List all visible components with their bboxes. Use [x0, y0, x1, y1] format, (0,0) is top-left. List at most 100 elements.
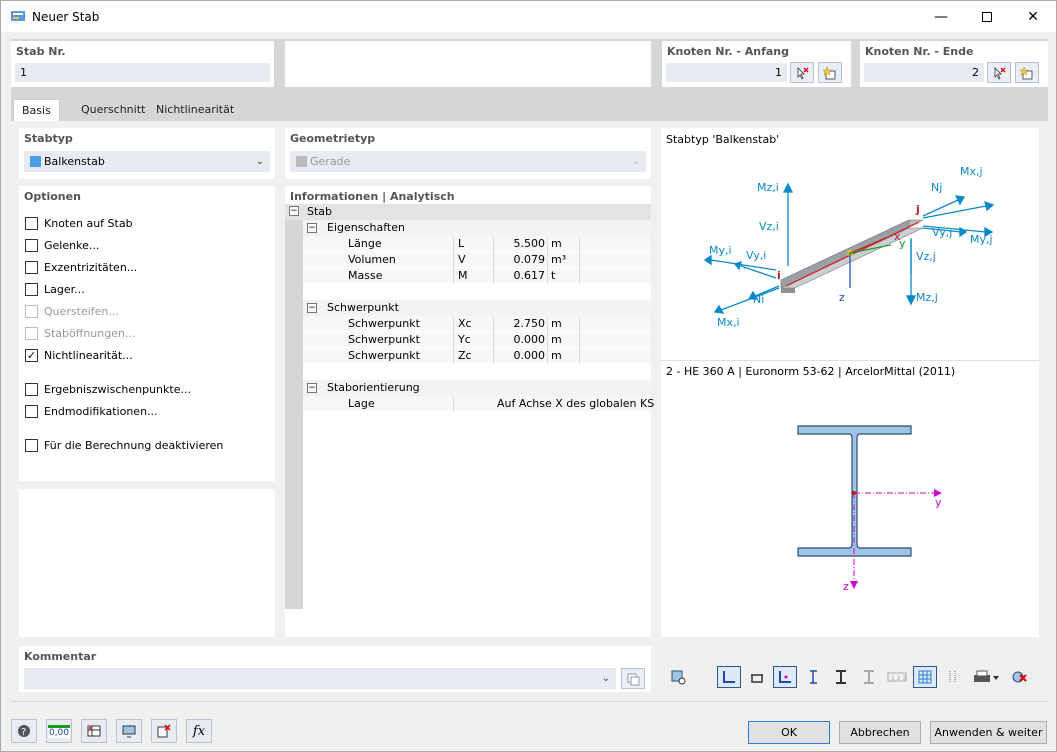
property-value: 0.000 [513, 349, 546, 362]
stress-points-button[interactable] [801, 666, 825, 688]
optionen-label: Optionen [24, 190, 81, 203]
property-value: 0.000 [513, 333, 546, 346]
tree-group-label: Schwerpunkt [327, 301, 399, 314]
points-button[interactable] [773, 666, 797, 688]
property-unit: m [551, 237, 562, 250]
svg-text:Mz,j: Mz,j [916, 291, 938, 304]
new-node-start-button[interactable] [818, 62, 842, 83]
kommentar-copy-button[interactable] [621, 668, 645, 689]
option-exzentrizitaeten[interactable]: Exzentrizitäten... [25, 258, 137, 276]
dimension-button[interactable] [717, 666, 741, 688]
option-gelenke[interactable]: Gelenke... [25, 236, 99, 254]
tab-querschnitt[interactable]: Querschnitt [73, 99, 153, 121]
display-icon [122, 725, 136, 738]
node-end-input[interactable]: 2 [864, 63, 984, 82]
geometrietyp-select[interactable]: Gerade ⌄ [290, 151, 646, 172]
stabtyp-value: Balkenstab [44, 155, 105, 168]
units-button[interactable]: 0,00 [46, 719, 72, 743]
pick-node-start-button[interactable] [790, 62, 814, 83]
table-button[interactable] [941, 666, 965, 688]
checkbox-icon [25, 382, 38, 396]
new-node-end-button[interactable] [1015, 62, 1039, 83]
property-name: Lage [348, 397, 375, 410]
preview-settings-button[interactable] [666, 666, 690, 688]
option-label: Knoten auf Stab [44, 216, 133, 230]
svg-text:Vy,i: Vy,i [746, 249, 766, 262]
pick-node-end-button[interactable] [987, 62, 1011, 83]
info-button[interactable] [81, 719, 107, 743]
member-no-panel: Stab Nr. 1 [11, 41, 274, 87]
tree-property-row[interactable]: Masse M 0.617 t [303, 268, 651, 284]
new-node-icon [1020, 65, 1033, 79]
copy-icon [627, 673, 640, 685]
print-button[interactable] [969, 666, 1003, 688]
tab-basis[interactable]: Basis [13, 99, 60, 122]
tree-property-row[interactable]: Lage Auf Achse X des globalen KS [303, 396, 654, 412]
section-title: 2 - HE 360 A | Euronorm 53-62 | ArcelorM… [666, 365, 956, 378]
section-centroid [852, 491, 856, 495]
minimize-button[interactable]: — [918, 1, 964, 32]
property-symbol: L [458, 237, 465, 250]
cancel-button[interactable]: Abbrechen [839, 721, 921, 744]
collapse-icon[interactable]: − [307, 303, 317, 313]
chevron-down-icon: ⌄ [601, 673, 610, 684]
tree-property-row[interactable]: Schwerpunkt Xc 2.750 m [303, 316, 651, 332]
delete-button[interactable] [151, 719, 177, 743]
dimension-top-button[interactable] [745, 666, 769, 688]
dimension-icon [723, 671, 735, 683]
apply-continue-button[interactable]: Anwenden & weiter [930, 721, 1047, 744]
kommentar-input[interactable]: ⌄ [24, 668, 616, 689]
stabtyp-color-swatch [30, 156, 41, 167]
stress-points-icon [810, 670, 817, 684]
svg-text:Mx,j: Mx,j [960, 165, 983, 178]
units-badge: 0,00 [47, 724, 71, 738]
reset-view-button[interactable] [1007, 666, 1031, 688]
collapse-icon[interactable]: − [289, 206, 299, 216]
maximize-button[interactable] [964, 1, 1010, 32]
option-quersteifen: Quersteifen... [25, 302, 119, 320]
member-no-input[interactable]: 1 [15, 63, 270, 82]
tab-nichtlinearitaet[interactable]: Nichtlinearität [148, 99, 242, 121]
info-panel: Informationen | Analytisch − Stab − Eigen… [285, 186, 654, 637]
option-lager[interactable]: Lager... [25, 280, 85, 298]
grid-icon [918, 670, 932, 684]
option-deaktivieren[interactable]: Für die Berechnung deaktivieren [25, 436, 223, 454]
minimize-icon: — [934, 8, 948, 25]
property-unit: m [551, 317, 562, 330]
option-nichtlinearitaet[interactable]: ✓ Nichtlinearität... [25, 346, 133, 364]
option-ergebniszwischenpunkte[interactable]: Ergebniszwischenpunkte... [25, 380, 191, 398]
option-knoten-auf-stab[interactable]: Knoten auf Stab [25, 214, 133, 232]
property-name: Länge [348, 237, 382, 250]
collapse-icon[interactable]: − [307, 383, 317, 393]
close-button[interactable]: ✕ [1010, 1, 1056, 32]
numbering-button[interactable]: 1 2 3 [885, 666, 909, 688]
tree-property-row[interactable]: Schwerpunkt Zc 0.000 m [303, 348, 651, 364]
stabtyp-select[interactable]: Balkenstab ⌄ [24, 151, 270, 172]
tree-property-row[interactable]: Länge L 5.500 m [303, 236, 651, 252]
help-button[interactable]: ? [11, 719, 37, 743]
tree-gutter [285, 204, 303, 609]
collapse-icon[interactable]: − [307, 223, 317, 233]
y-axis-label: y [899, 237, 906, 250]
tree-property-row[interactable]: Schwerpunkt Yc 0.000 m [303, 332, 651, 348]
node-start-input[interactable]: 1 [666, 63, 787, 82]
property-name: Masse [348, 269, 383, 282]
section-outline-button[interactable] [829, 666, 853, 688]
tree-group-row[interactable]: − Eigenschaften [303, 220, 651, 236]
tree-property-row[interactable]: Volumen V 0.079 m³ [303, 252, 651, 268]
view-button[interactable] [116, 719, 142, 743]
property-symbol: Xc [458, 317, 472, 330]
formula-button[interactable]: fx [186, 719, 212, 743]
tree-root-row[interactable]: − Stab [285, 204, 651, 220]
option-endmodifikationen[interactable]: Endmodifikationen... [25, 402, 158, 420]
ok-button[interactable]: OK [748, 721, 830, 744]
tree-group-row[interactable]: − Staborientierung [303, 380, 651, 396]
svg-text:My,i: My,i [709, 244, 732, 257]
tab-nichtlinearitaet-label: Nichtlinearität [156, 103, 235, 116]
section-disabled-button[interactable] [857, 666, 881, 688]
z-axis-label: z [839, 291, 845, 304]
tree-group-row[interactable]: − Schwerpunkt [303, 300, 651, 316]
grid-button[interactable] [913, 666, 937, 688]
geometrietyp-panel: Geometrietyp Gerade ⌄ [285, 128, 651, 179]
section-y-label: y [935, 496, 942, 509]
